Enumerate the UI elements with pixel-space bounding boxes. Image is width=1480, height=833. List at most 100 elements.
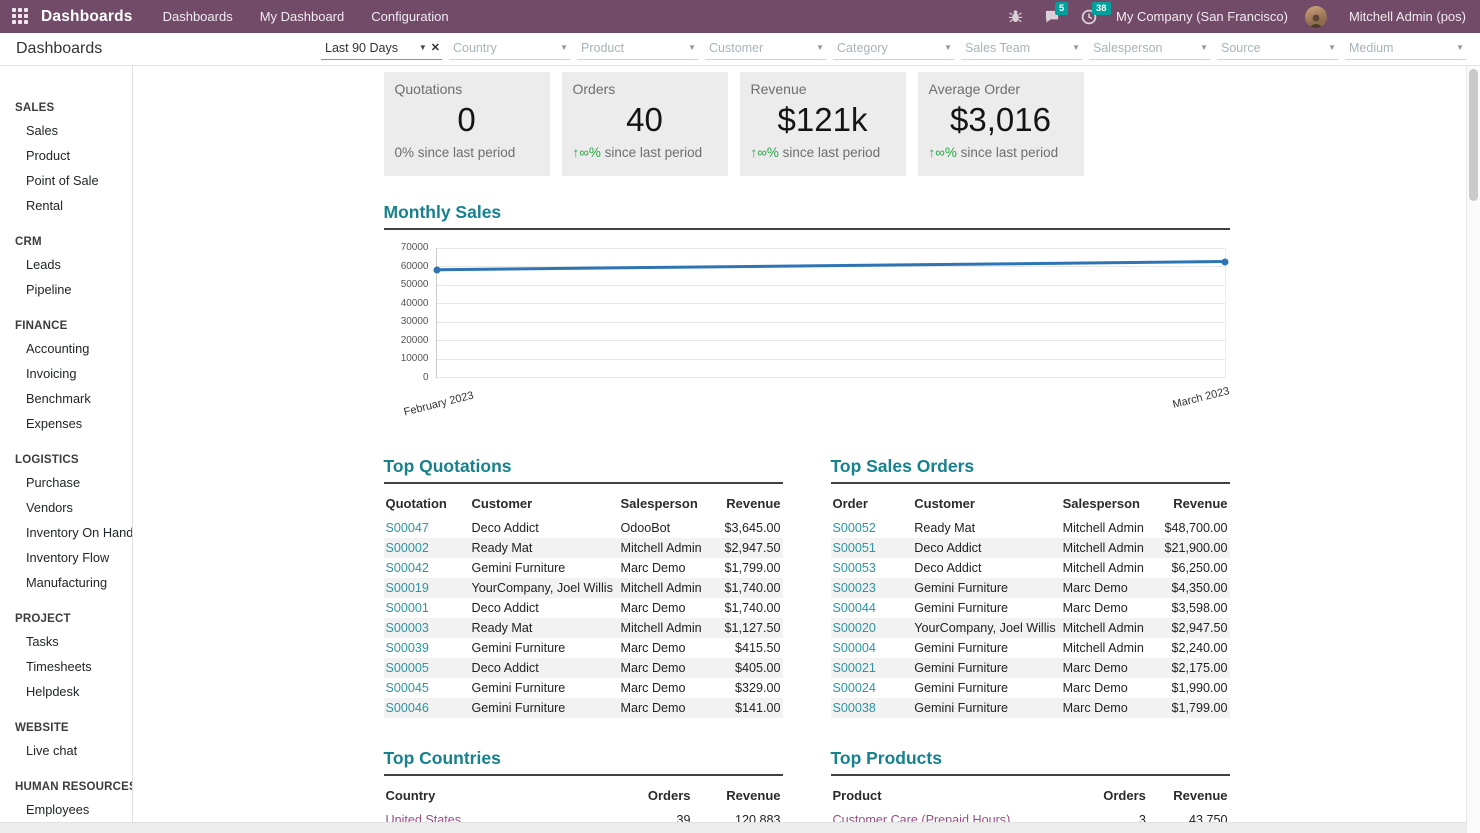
sidebar-entry[interactable]: Vendors — [0, 495, 132, 520]
column-header: Orders — [1103, 788, 1146, 803]
navbar-menu-item[interactable]: My Dashboard — [260, 9, 345, 24]
quotation-link[interactable]: S00002 — [384, 538, 470, 558]
quotation-link[interactable]: S00005 — [384, 658, 470, 678]
sidebar-entry[interactable]: Point of Sale — [0, 168, 132, 193]
messages-icon[interactable]: 5 — [1042, 1, 1069, 26]
table-row: S00024 Gemini Furniture Marc Demo $1,990… — [831, 678, 1230, 698]
dashboard-filter[interactable]: Product ▼ — [577, 39, 698, 60]
dashboard-filter[interactable]: Source ▼ — [1217, 39, 1338, 60]
filter-placeholder: Source — [1221, 40, 1261, 55]
sidebar-entry[interactable]: Purchase — [0, 470, 132, 495]
salesperson-cell: Mitchell Admin — [1062, 561, 1144, 575]
navbar-menu-item[interactable]: Dashboards — [163, 9, 233, 24]
order-link[interactable]: S00038 — [831, 698, 913, 718]
column-header: Revenue — [726, 496, 781, 511]
quotation-link[interactable]: S00019 — [384, 578, 470, 598]
sidebar-entry[interactable]: Helpdesk — [0, 679, 132, 704]
sidebar-entry[interactable]: Tasks — [0, 629, 132, 654]
sidebar-entry[interactable]: Invoicing — [0, 361, 132, 386]
chevron-down-icon: ▼ — [944, 43, 952, 52]
dashboard-filter[interactable]: Medium ▼ — [1345, 39, 1466, 60]
salesperson-cell: Marc Demo — [620, 681, 686, 695]
kpi-label: Revenue — [750, 81, 807, 97]
navbar-menu-item[interactable]: Configuration — [371, 9, 448, 24]
quotation-link[interactable]: S00047 — [384, 518, 470, 538]
order-link[interactable]: S00044 — [831, 598, 913, 618]
sidebar-entry: CRM — [0, 232, 132, 252]
quotation-link[interactable]: S00046 — [384, 698, 470, 718]
sidebar-entry[interactable]: Manufacturing — [0, 570, 132, 595]
quotation-link[interactable]: S00003 — [384, 618, 470, 638]
control-panel: Dashboards Last 90 Days ▼ ✕ Country ▼ Pr… — [0, 33, 1480, 66]
revenue-cell: $1,127.50 — [724, 621, 781, 635]
kpi-card: Quotations 0 0% since last period — [383, 72, 550, 176]
order-link[interactable]: S00051 — [831, 538, 913, 558]
order-link[interactable]: S00021 — [831, 658, 913, 678]
apps-menu-icon[interactable] — [12, 7, 30, 26]
vertical-scrollbar[interactable] — [1466, 66, 1480, 833]
column-header: Customer — [471, 496, 533, 511]
sidebar-entry: PROJECT — [0, 609, 132, 629]
sidebar-entry[interactable]: Product — [0, 143, 132, 168]
revenue-cell: $1,799.00 — [1171, 701, 1228, 715]
revenue-cell: $3,645.00 — [724, 521, 781, 535]
sidebar-entry[interactable]: Timesheets — [0, 654, 132, 679]
dashboard-filter[interactable]: Salesperson ▼ — [1089, 39, 1210, 60]
sidebar-entry[interactable]: Pipeline — [0, 277, 132, 302]
order-link[interactable]: S00052 — [831, 518, 913, 538]
customer-cell: Gemini Furniture — [914, 581, 1009, 595]
sidebar-entry[interactable]: Sales — [0, 118, 132, 143]
customer-cell: Deco Addict — [471, 521, 539, 535]
order-link[interactable]: S00024 — [831, 678, 913, 698]
debug-bug-icon[interactable] — [1005, 8, 1025, 26]
order-link[interactable]: S00004 — [831, 638, 913, 658]
activities-clock-icon[interactable]: 38 — [1079, 1, 1111, 26]
column-header: Customer — [914, 496, 975, 511]
table-row: S00039 Gemini Furniture Marc Demo $415.5… — [384, 638, 783, 658]
sidebar-entry-label: Expenses — [26, 416, 83, 431]
scrollbar-thumb[interactable] — [1469, 69, 1478, 201]
revenue-cell: $6,250.00 — [1171, 561, 1228, 575]
table-header-row: Country Orders Revenue — [384, 783, 783, 810]
sidebar-entry[interactable]: Inventory On Hand — [0, 520, 132, 545]
quotation-link[interactable]: S00042 — [384, 558, 470, 578]
filter-placeholder: Category — [837, 40, 888, 55]
kpi-delta-suffix: since last period — [600, 145, 703, 160]
user-avatar[interactable] — [1304, 5, 1327, 28]
salesperson-cell: Mitchell Admin — [1062, 521, 1144, 535]
user-menu[interactable]: Mitchell Admin (pos) — [1349, 9, 1466, 24]
sidebar-entry[interactable]: Expenses — [0, 411, 132, 436]
dashboard-filter[interactable]: Country ▼ — [449, 39, 570, 60]
salesperson-cell: OdooBot — [620, 521, 671, 535]
table-row: S00005 Deco Addict Marc Demo $405.00 — [383, 658, 783, 678]
clear-filter-icon[interactable]: ✕ — [431, 41, 440, 54]
order-link[interactable]: S00020 — [831, 618, 913, 638]
revenue-cell: $329.00 — [734, 681, 781, 695]
sidebar-entry[interactable]: Accounting — [0, 336, 132, 361]
kpi-delta-value: ∞% — [579, 145, 601, 160]
quotation-link[interactable]: S00045 — [384, 678, 470, 698]
kpi-card: Orders 40 ↑∞% since last period — [561, 72, 728, 176]
revenue-cell: $405.00 — [734, 661, 781, 675]
sidebar-entry[interactable]: Live chat — [0, 738, 132, 763]
period-filter[interactable]: Last 90 Days ▼ ✕ — [321, 39, 442, 60]
sidebar-entry[interactable]: Leads — [0, 252, 132, 277]
quotation-link[interactable]: S00039 — [384, 638, 470, 658]
sidebar-entry[interactable]: Benchmark — [0, 386, 132, 411]
sidebar-entry[interactable]: Employees — [0, 797, 132, 822]
dashboard-filter[interactable]: Sales Team ▼ — [961, 39, 1082, 60]
monthly-sales-section: Monthly Sales 70000 60000 50000 40000 30000 2… — [383, 202, 1231, 418]
company-switcher[interactable]: My Company (San Francisco) — [1116, 9, 1288, 24]
sidebar-entry[interactable]: Rental — [0, 193, 132, 218]
section-title-top-sales-orders: Top Sales Orders — [830, 456, 975, 476]
order-link[interactable]: S00023 — [831, 578, 913, 598]
sidebar-entry[interactable]: Inventory Flow — [0, 545, 132, 570]
app-name[interactable]: Dashboards — [41, 8, 133, 26]
dashboard-filter[interactable]: Customer ▼ — [705, 39, 826, 60]
sidebar-entry-label: Timesheets — [26, 659, 92, 674]
quotation-link[interactable]: S00001 — [384, 598, 470, 618]
order-link[interactable]: S00053 — [831, 558, 913, 578]
salesperson-cell: Marc Demo — [1062, 581, 1128, 595]
kpi-value: 0 — [457, 101, 476, 138]
dashboard-filter[interactable]: Category ▼ — [833, 39, 954, 60]
